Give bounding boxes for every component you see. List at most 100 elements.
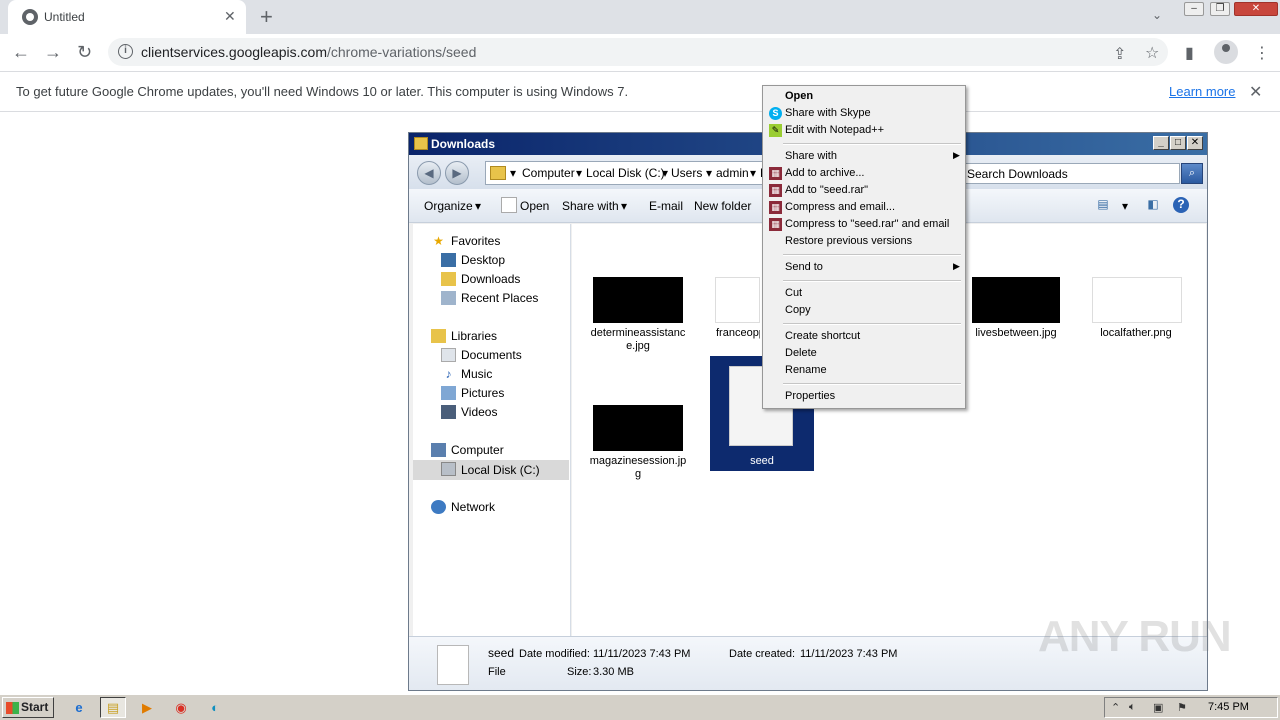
- navigation-pane: ★ Favorites Desktop Downloads Recent Pla…: [413, 224, 571, 636]
- tab-close-icon[interactable]: ✕: [224, 8, 236, 25]
- menu-item-share-with[interactable]: Share with ▶: [765, 148, 963, 165]
- show-hidden-icons-icon[interactable]: ⌃: [1111, 701, 1120, 714]
- menu-item-copy[interactable]: Copy: [765, 302, 963, 319]
- explorer-back-icon[interactable]: ◀: [417, 161, 441, 185]
- nav-desktop[interactable]: Desktop: [441, 252, 569, 270]
- menu-item-edit-notepad[interactable]: ✎ Edit with Notepad++: [765, 122, 963, 139]
- nav-pictures[interactable]: Pictures: [441, 385, 569, 403]
- reload-icon[interactable]: ↻: [77, 42, 92, 63]
- breadcrumb-admin[interactable]: admin: [716, 166, 749, 180]
- folder-icon: [414, 137, 428, 150]
- menu-item-send-to[interactable]: Send to ▶: [765, 259, 963, 276]
- downloads-folder-icon: [441, 272, 456, 286]
- side-panel-icon[interactable]: ▮: [1185, 43, 1194, 63]
- open-button[interactable]: Open: [520, 199, 549, 213]
- explorer-minimize-button[interactable]: _: [1153, 136, 1169, 150]
- internet-explorer-icon[interactable]: e: [66, 697, 92, 718]
- menu-item-add-seed-rar[interactable]: ▦ Add to "seed.rar": [765, 182, 963, 199]
- back-arrow-icon[interactable]: ←: [12, 42, 30, 63]
- chevron-down-icon[interactable]: ⌄: [1152, 8, 1162, 22]
- chevron-down-icon[interactable]: ▾: [475, 199, 481, 213]
- help-icon[interactable]: ?: [1173, 197, 1189, 213]
- menu-item-delete[interactable]: Delete: [765, 345, 963, 362]
- menu-item-cut[interactable]: Cut: [765, 285, 963, 302]
- chrome-icon[interactable]: ◉: [168, 697, 194, 718]
- file-item[interactable]: determineassistanc e.jpg: [586, 277, 690, 361]
- email-button[interactable]: E-mail: [649, 199, 683, 213]
- nav-local-disk[interactable]: Local Disk (C:): [413, 460, 569, 480]
- chevron-down-icon[interactable]: ▾: [621, 199, 627, 213]
- menu-item-rename[interactable]: Rename: [765, 362, 963, 379]
- network-icon: [431, 500, 446, 514]
- breadcrumb-arrow-icon[interactable]: ▾: [576, 166, 582, 180]
- file-explorer-icon[interactable]: ▤: [100, 697, 126, 718]
- file-item[interactable]: magazinesession.jp g: [586, 405, 690, 489]
- search-input[interactable]: Search Downloads: [964, 163, 1180, 184]
- url-text[interactable]: clientservices.googleapis.com/chrome-var…: [141, 44, 476, 60]
- breadcrumb-arrow-icon[interactable]: ▾: [662, 166, 668, 180]
- menu-item-create-shortcut[interactable]: Create shortcut: [765, 328, 963, 345]
- forward-arrow-icon[interactable]: →: [44, 42, 62, 63]
- menu-item-compress-email[interactable]: ▦ Compress and email...: [765, 199, 963, 216]
- update-infobar: To get future Google Chrome updates, you…: [0, 72, 1280, 112]
- menu-item-open[interactable]: Open: [765, 88, 963, 105]
- breadcrumb-arrow-icon[interactable]: ▾: [706, 166, 712, 180]
- info-icon[interactable]: i: [118, 44, 133, 59]
- breadcrumb-users[interactable]: Users: [671, 166, 702, 180]
- nav-computer[interactable]: Computer: [431, 442, 569, 460]
- browser-tab[interactable]: Untitled ✕: [8, 0, 246, 34]
- menu-item-restore-versions[interactable]: Restore previous versions: [765, 233, 963, 250]
- menu-item-share-skype[interactable]: S Share with Skype: [765, 105, 963, 122]
- nav-favorites[interactable]: ★ Favorites: [431, 233, 569, 251]
- chevron-down-icon[interactable]: ▾: [1122, 199, 1128, 213]
- preview-pane-icon[interactable]: ◧: [1145, 197, 1161, 213]
- new-folder-button[interactable]: New folder: [694, 199, 751, 213]
- star-icon[interactable]: ☆: [1145, 43, 1159, 63]
- breadcrumb-arrow-icon[interactable]: ▾: [510, 166, 516, 180]
- infobar-close-icon[interactable]: ✕: [1249, 82, 1262, 102]
- learn-more-link[interactable]: Learn more: [1169, 84, 1235, 99]
- profile-avatar-icon[interactable]: [1214, 40, 1238, 64]
- clock[interactable]: 7:45 PM: [1208, 701, 1249, 713]
- view-options-icon[interactable]: ▤: [1095, 197, 1111, 213]
- menu-item-compress-seed-email[interactable]: ▦ Compress to "seed.rar" and email: [765, 216, 963, 233]
- breadcrumb-computer[interactable]: Computer: [522, 166, 575, 180]
- close-window-button[interactable]: ✕: [1234, 2, 1278, 16]
- new-tab-icon[interactable]: +: [260, 4, 273, 30]
- restore-button[interactable]: ❐: [1210, 2, 1230, 16]
- menu-item-label: Copy: [785, 304, 811, 316]
- nav-recent-places[interactable]: Recent Places: [441, 290, 569, 308]
- explorer-forward-icon[interactable]: ▶: [445, 161, 469, 185]
- menu-item-add-archive[interactable]: ▦ Add to archive...: [765, 165, 963, 182]
- explorer-maximize-button[interactable]: □: [1170, 136, 1186, 150]
- start-button[interactable]: Start: [2, 697, 54, 718]
- nav-libraries[interactable]: Libraries: [431, 328, 569, 346]
- action-center-flag-icon[interactable]: ⚑: [1177, 701, 1187, 714]
- breadcrumb-local-disk[interactable]: Local Disk (C:): [586, 166, 665, 180]
- volume-icon[interactable]: 🔈︎: [1129, 701, 1136, 714]
- network-tray-icon[interactable]: ▣: [1153, 701, 1163, 714]
- media-player-icon[interactable]: ▶: [134, 697, 160, 718]
- menu-kebab-icon[interactable]: ⋮: [1254, 43, 1270, 63]
- organize-button[interactable]: Organize: [424, 199, 473, 213]
- file-item[interactable]: franceopppr: [710, 277, 760, 361]
- file-item[interactable]: localfather.png: [1078, 277, 1182, 361]
- nav-music[interactable]: ♪ Music: [441, 366, 569, 384]
- share-icon[interactable]: ⇪: [1113, 44, 1126, 64]
- context-menu: Open S Share with Skype ✎ Edit with Note…: [762, 85, 966, 409]
- menu-item-properties[interactable]: Properties: [765, 388, 963, 405]
- file-item[interactable]: livesbetween.jpg: [958, 277, 1062, 361]
- edge-icon[interactable]: ◐: [202, 697, 228, 718]
- image-thumbnail: [1092, 277, 1182, 323]
- explorer-close-button[interactable]: ✕: [1187, 136, 1203, 150]
- breadcrumb-arrow-icon[interactable]: ▾: [750, 166, 756, 180]
- nav-documents[interactable]: Documents: [441, 347, 569, 365]
- share-with-button[interactable]: Share with: [562, 199, 619, 213]
- minimize-button[interactable]: –: [1184, 2, 1204, 16]
- search-icon[interactable]: ⌕: [1181, 163, 1203, 184]
- nav-network[interactable]: Network: [431, 499, 569, 517]
- address-bar[interactable]: i clientservices.googleapis.com/chrome-v…: [108, 38, 1168, 66]
- browser-tab-strip: Untitled ✕ + ⌄ – ❐ ✕: [0, 0, 1280, 34]
- nav-videos[interactable]: Videos: [441, 404, 569, 422]
- nav-downloads[interactable]: Downloads: [441, 271, 569, 289]
